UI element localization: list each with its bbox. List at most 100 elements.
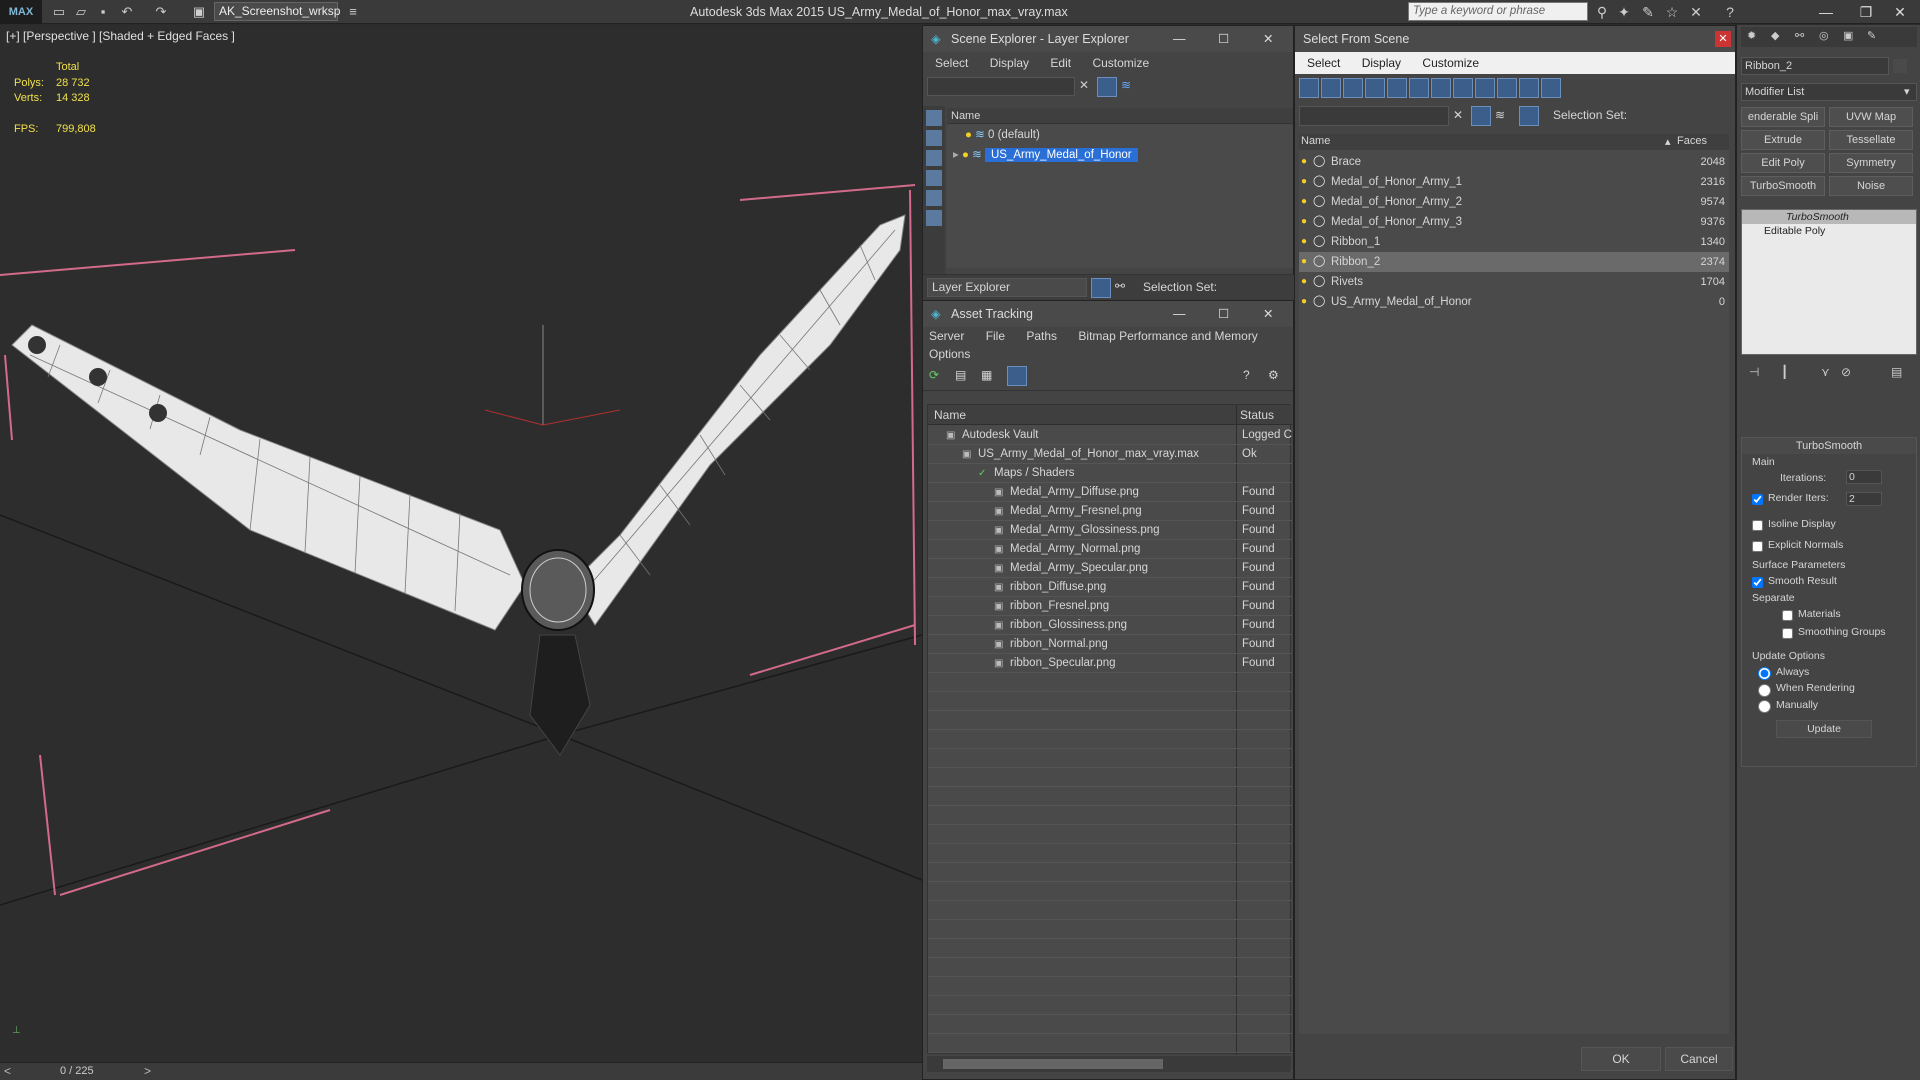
stack-item-editable-poly[interactable]: Editable Poly xyxy=(1742,224,1916,238)
filter-icon[interactable] xyxy=(1097,77,1117,97)
lightbulb-icon[interactable]: ● xyxy=(1301,152,1307,171)
col-name-header[interactable]: Name xyxy=(934,408,966,422)
hierarchy-tab-icon[interactable]: ⚯ xyxy=(1795,29,1804,42)
maximize-icon[interactable]: ☐ xyxy=(1218,301,1229,327)
asset-row[interactable]: ▣ Medal_Army_Diffuse.png Found xyxy=(928,483,1292,502)
ok-button[interactable]: OK xyxy=(1581,1047,1661,1071)
project-folder-icon[interactable]: ▣ xyxy=(190,3,208,21)
filter-bones-icon[interactable] xyxy=(1475,78,1495,98)
layers-icon[interactable]: ≋ xyxy=(1121,78,1131,92)
motion-tab-icon[interactable]: ◎ xyxy=(1819,29,1829,42)
smoothing-groups-checkbox[interactable] xyxy=(1782,628,1793,639)
asset-row[interactable]: ▣ Autodesk Vault Logged C xyxy=(928,426,1292,445)
sort-arrow-icon[interactable]: ▴ xyxy=(1665,135,1671,148)
configure-sets-icon[interactable]: ▤ xyxy=(1891,365,1902,379)
asset-row[interactable]: ✓ Maps / Shaders xyxy=(928,464,1292,483)
display-geometry-icon[interactable] xyxy=(926,130,942,146)
object-color-swatch[interactable] xyxy=(1893,59,1907,73)
asset-row[interactable]: ▣ Medal_Army_Normal.png Found xyxy=(928,540,1292,559)
update-button[interactable]: Update xyxy=(1776,720,1872,738)
subscription-icon[interactable]: ✦ xyxy=(1614,2,1634,22)
modifier-button[interactable]: TurboSmooth xyxy=(1741,176,1825,196)
asset-row[interactable]: ▣ ribbon_Specular.png Found xyxy=(928,654,1292,673)
asset-row[interactable]: ▣ US_Army_Medal_of_Honor_max_vray.max Ok xyxy=(928,445,1292,464)
layer-row[interactable]: ● ≋ 0 (default) xyxy=(965,126,1293,145)
lightbulb-icon[interactable]: ● xyxy=(1301,232,1307,251)
render-iters-spinner[interactable]: 2 xyxy=(1846,492,1882,506)
modifier-button[interactable]: UVW Map xyxy=(1829,107,1913,127)
workspace-menu-icon[interactable]: ≡ xyxy=(344,3,362,21)
smooth-result-checkbox[interactable] xyxy=(1752,577,1763,588)
column-name-header[interactable]: Name xyxy=(947,108,1293,124)
scene-explorer-titlebar[interactable]: ◈ Scene Explorer - Layer Explorer — ☐ ✕ xyxy=(923,26,1293,52)
layers-icon[interactable]: ≋ xyxy=(1495,108,1505,122)
asset-row[interactable]: ▣ ribbon_Glossiness.png Found xyxy=(928,616,1292,635)
filter-groups-icon[interactable] xyxy=(1431,78,1451,98)
settings-icon[interactable]: ⚙ xyxy=(1268,368,1279,382)
filter-shapes-icon[interactable] xyxy=(1321,78,1341,98)
maximize-icon[interactable]: ☐ xyxy=(1218,26,1229,52)
render-iters-checkbox[interactable] xyxy=(1752,494,1763,505)
refresh-icon[interactable]: ⟳ xyxy=(929,368,939,382)
time-prev-icon[interactable]: < xyxy=(4,1064,11,1078)
filter-icon[interactable] xyxy=(1471,106,1491,126)
list-view-icon[interactable]: ▤ xyxy=(955,368,966,382)
time-slider[interactable]: < 0 / 225 > xyxy=(0,1062,922,1080)
horizontal-scrollbar[interactable] xyxy=(927,1056,1291,1072)
minimize-icon[interactable]: — xyxy=(1806,0,1846,24)
minimize-icon[interactable]: — xyxy=(1173,301,1186,327)
object-name-field[interactable]: Ribbon_2 xyxy=(1741,57,1889,75)
menu-select[interactable]: Select xyxy=(935,52,968,74)
select-from-scene-titlebar[interactable]: Select From Scene ✕ xyxy=(1295,26,1735,52)
redo-icon[interactable]: ↷ xyxy=(152,3,170,21)
modifier-button[interactable]: Symmetry xyxy=(1829,153,1913,173)
modifier-button[interactable]: enderable Spli xyxy=(1741,107,1825,127)
menu-paths[interactable]: Paths xyxy=(1026,327,1057,345)
lightbulb-icon[interactable]: ● xyxy=(965,129,972,141)
save-icon[interactable]: ▪ xyxy=(94,3,112,21)
communication-icon[interactable]: ✎ xyxy=(1638,2,1658,22)
help-icon[interactable]: ? xyxy=(1720,2,1740,22)
filter-spacewarps-icon[interactable] xyxy=(1409,78,1429,98)
search-input[interactable]: Type a keyword or phrase xyxy=(1408,2,1588,21)
display-helpers-icon[interactable] xyxy=(926,210,942,226)
scene-search-input[interactable] xyxy=(927,77,1075,96)
lightbulb-icon[interactable]: ● xyxy=(1301,192,1307,211)
menu-bitmap-performance[interactable]: Bitmap Performance and Memory xyxy=(1078,327,1257,345)
modify-tab-icon[interactable]: ◆ xyxy=(1771,29,1779,42)
menu-display[interactable]: Display xyxy=(990,52,1029,74)
isoline-checkbox[interactable] xyxy=(1752,520,1763,531)
layer-row-selected[interactable]: ▸ ● ≋ US_Army_Medal_of_Honor xyxy=(953,146,1293,165)
menu-customize[interactable]: Customize xyxy=(1422,52,1479,74)
viewport-label[interactable]: [+] [Perspective ] [Shaded + Edged Faces… xyxy=(6,29,235,43)
binoculars-icon[interactable]: ⚲ xyxy=(1592,2,1612,22)
lightbulb-icon[interactable]: ● xyxy=(962,149,969,161)
make-unique-icon[interactable]: ⋎ xyxy=(1821,365,1830,379)
pin-stack-icon[interactable]: ⊣ xyxy=(1749,365,1759,379)
undo-icon[interactable]: ↶ xyxy=(118,3,136,21)
perspective-viewport[interactable]: [+] [Perspective ] [Shaded + Edged Faces… xyxy=(0,25,922,1080)
materials-checkbox[interactable] xyxy=(1782,610,1793,621)
filter-geometry-icon[interactable] xyxy=(1299,78,1319,98)
menu-edit[interactable]: Edit xyxy=(1050,52,1071,74)
favorites-icon[interactable]: ☆ xyxy=(1662,2,1682,22)
close-icon[interactable]: ✕ xyxy=(1263,26,1273,52)
asset-row[interactable]: ▣ Medal_Army_Specular.png Found xyxy=(928,559,1292,578)
object-row[interactable]: ● ◯ US_Army_Medal_of_Honor 0 xyxy=(1299,292,1729,312)
modifier-button[interactable]: Tessellate xyxy=(1829,130,1913,150)
minimize-icon[interactable]: — xyxy=(1173,26,1186,52)
expand-arrow-icon[interactable]: ▸ xyxy=(953,149,959,161)
display-tab-icon[interactable]: ▣ xyxy=(1843,29,1853,42)
manually-radio[interactable] xyxy=(1758,700,1771,713)
when-rendering-radio[interactable] xyxy=(1758,684,1771,697)
remove-modifier-icon[interactable]: ⊘ xyxy=(1841,365,1851,379)
workspace-dropdown[interactable]: AK_Screenshot_wrksp xyxy=(214,2,340,21)
lightbulb-icon[interactable]: ● xyxy=(1301,292,1307,311)
modifier-button[interactable]: Extrude xyxy=(1741,130,1825,150)
lightbulb-icon[interactable]: ● xyxy=(1301,252,1307,271)
asset-row[interactable]: ▣ Medal_Army_Glossiness.png Found xyxy=(928,521,1292,540)
filter-lights-icon[interactable] xyxy=(1343,78,1363,98)
utilities-tab-icon[interactable]: ✎ xyxy=(1867,29,1876,42)
open-file-icon[interactable]: ▱ xyxy=(72,3,90,21)
layer-explorer-icon[interactable] xyxy=(1091,278,1111,298)
